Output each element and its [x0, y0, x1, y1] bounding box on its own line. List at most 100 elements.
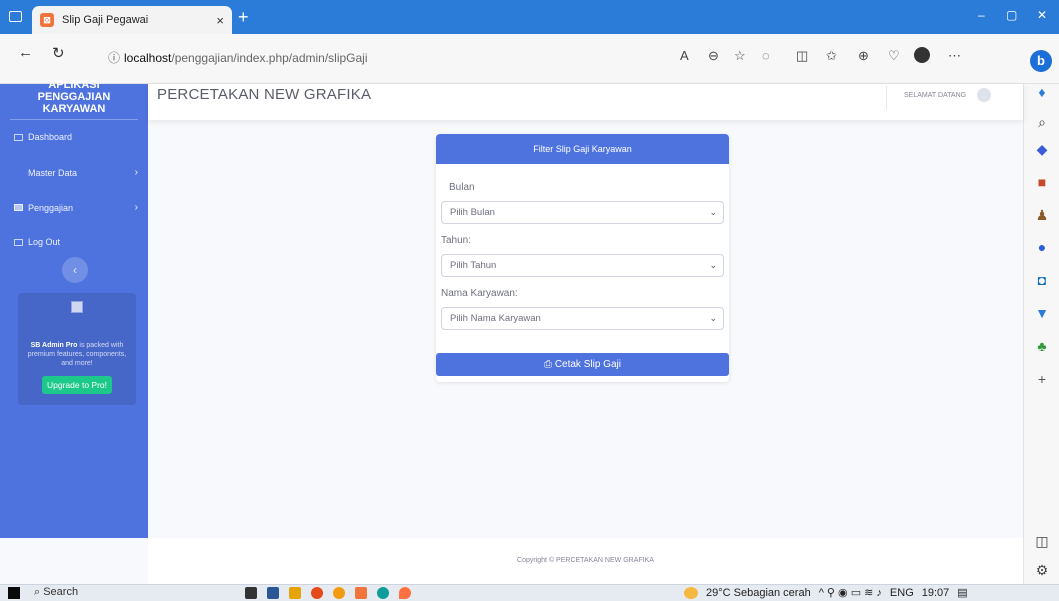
tahun-select[interactable]: Pilih Tahun ⌄	[441, 254, 724, 277]
telegram-icon[interactable]: ▼	[1034, 305, 1050, 321]
sidebar-item-label: Penggajian	[28, 202, 74, 213]
refresh-icon[interactable]: ↻	[52, 44, 65, 62]
edge-icon[interactable]	[377, 587, 389, 599]
tools-icon[interactable]: ■	[1034, 174, 1050, 190]
file-explorer-icon[interactable]	[289, 587, 301, 599]
welcome-text[interactable]: SELAMAT DATANG	[904, 92, 966, 99]
favorites-icon[interactable]: ✩	[826, 48, 837, 64]
chevron-right-icon: ›	[134, 167, 138, 178]
search-icon[interactable]: ⌕	[1034, 114, 1050, 130]
card-header: Filter Slip Gaji Karyawan	[436, 134, 729, 164]
tab-title: Slip Gaji Pegawai	[62, 14, 149, 26]
taskbar-search[interactable]: ⌕ Search	[34, 586, 78, 599]
profile-avatar[interactable]	[914, 47, 930, 63]
sidebar-item-label: Dashboard	[28, 132, 73, 142]
close-window-button[interactable]: ✕	[1037, 8, 1047, 22]
xampp-favicon-icon: ⊠	[40, 13, 54, 27]
tab-close-icon[interactable]: ×	[216, 13, 224, 28]
sidebar-item-dashboard[interactable]: Dashboard	[14, 132, 138, 142]
site-info-icon[interactable]: ⓘ	[108, 49, 120, 66]
promo-card: SB Admin Pro is packed with premium feat…	[18, 293, 136, 405]
taskbar-apps	[245, 587, 411, 599]
tahun-selected-value: Pilih Tahun	[450, 260, 497, 271]
tray-icons[interactable]: ^ ⚲ ◉ ▭ ≋ ♪	[819, 586, 882, 599]
topbar: PERCETAKAN NEW GRAFIKA SELAMAT DATANG	[148, 84, 1023, 120]
back-arrow-icon[interactable]: ←	[18, 44, 33, 61]
clock[interactable]: 19:07	[922, 587, 950, 599]
zoom-icon[interactable]: ⊖	[708, 48, 719, 64]
notification-center-icon[interactable]: ▤	[957, 586, 967, 599]
app-flame-icon[interactable]	[399, 587, 411, 599]
tahun-label: Tahun:	[441, 235, 472, 246]
chevron-down-icon: ⌄	[709, 207, 717, 217]
topbar-divider	[886, 86, 887, 110]
print-icon: ⎙	[544, 359, 553, 370]
weather-icon	[684, 586, 698, 599]
add-app-icon[interactable]: +	[1034, 371, 1050, 387]
brand-line: APLIKASI	[48, 79, 100, 91]
promo-image	[71, 301, 83, 313]
sidebar-toggle-button[interactable]: ‹	[62, 257, 88, 283]
browser-tab-bar: ⊠ Slip Gaji Pegawai × + – ▢ ✕	[0, 0, 1059, 34]
table-icon	[14, 133, 23, 141]
split-screen-icon[interactable]: ◫	[796, 48, 808, 64]
sidebar-layout-icon[interactable]: ◫	[1034, 533, 1050, 549]
chevron-down-icon: ⌄	[709, 313, 717, 323]
more-menu-icon[interactable]: ⋯	[948, 48, 961, 64]
window-menu-icon[interactable]	[9, 11, 22, 22]
minimize-button[interactable]: –	[978, 8, 985, 22]
games-icon[interactable]: ♟	[1034, 207, 1050, 223]
performance-icon[interactable]: ♡	[888, 48, 900, 64]
xampp-icon[interactable]	[355, 587, 367, 599]
chevron-right-icon: ›	[134, 202, 138, 213]
nama-karyawan-label: Nama Karyawan:	[441, 288, 518, 299]
language-indicator[interactable]: ENG	[890, 587, 914, 599]
favorite-star-icon[interactable]: ☆	[734, 48, 746, 64]
url-text[interactable]: localhost/penggajian/index.php/admin/sli…	[124, 51, 368, 65]
settings-gear-icon[interactable]: ⚙	[1034, 562, 1050, 578]
maximize-button[interactable]: ▢	[1006, 8, 1017, 22]
system-tray: 29°C Sebagian cerah ^ ⚲ ◉ ▭ ≋ ♪ ENG 19:0…	[684, 586, 968, 599]
task-view-icon[interactable]	[245, 587, 257, 599]
microsoft365-icon[interactable]: ●	[1034, 239, 1050, 255]
read-aloud-icon[interactable]: A	[680, 48, 689, 63]
page-footer: Copyright © PERCETAKAN NEW GRAFIKA	[148, 538, 1023, 584]
windows-taskbar: ⌕ Search 29°C Sebagian cerah ^ ⚲ ◉ ▭ ≋ ♪…	[0, 584, 1059, 601]
collections-icon[interactable]: ⊕	[858, 48, 869, 64]
bing-chat-icon[interactable]: b	[1030, 50, 1052, 72]
windows-start-icon[interactable]	[8, 587, 20, 599]
folder-icon	[14, 204, 23, 211]
promo-text: SB Admin Pro is packed with premium feat…	[27, 342, 127, 367]
notification-icon[interactable]: ♦	[1034, 84, 1050, 100]
nama-karyawan-select[interactable]: Pilih Nama Karyawan ⌄	[441, 307, 724, 330]
nama-selected-value: Pilih Nama Karyawan	[450, 313, 541, 324]
app-sidebar: APLIKASI PENGGAJIAN KARYAWAN Dashboard M…	[0, 79, 148, 538]
weather-text[interactable]: 29°C Sebagian cerah	[706, 587, 811, 599]
chrome-icon[interactable]	[311, 587, 323, 599]
extensions-icon[interactable]: ◌	[762, 48, 770, 63]
brand-line: KARYAWAN	[42, 103, 106, 115]
edge-sidebar: ♦ ⌕ ◆ ■ ♟ ● ◘ ▼ ♣ + ◫ ⚙	[1023, 84, 1059, 601]
outlook-icon[interactable]: ◘	[1034, 272, 1050, 288]
cetak-slip-button[interactable]: ⎙ Cetak Slip Gaji	[436, 353, 729, 376]
address-bar: ← ↻ ⓘ localhost/penggajian/index.php/adm…	[0, 34, 1059, 84]
upgrade-button[interactable]: Upgrade to Pro!	[41, 376, 112, 394]
url-field[interactable]: ⓘ localhost/penggajian/index.php/admin/s…	[88, 40, 1008, 76]
user-avatar[interactable]	[977, 88, 991, 102]
copyright-text: Copyright © PERCETAKAN NEW GRAFIKA	[517, 557, 654, 564]
sidebar-divider	[10, 119, 138, 120]
table-icon	[14, 238, 23, 246]
shopping-tag-icon[interactable]: ◆	[1034, 141, 1050, 157]
tab-slip-gaji[interactable]: ⊠ Slip Gaji Pegawai ×	[32, 6, 232, 34]
tree-icon[interactable]: ♣	[1034, 338, 1050, 354]
chrome-canary-icon[interactable]	[333, 587, 345, 599]
sidebar-item-label: Log Out	[28, 237, 61, 247]
sidebar-item-penggajian[interactable]: Penggajian ›	[14, 202, 138, 213]
app-brand[interactable]: APLIKASI PENGGAJIAN KARYAWAN	[0, 79, 148, 115]
bulan-select[interactable]: Pilih Bulan ⌄	[441, 201, 724, 224]
sidebar-item-master-data[interactable]: Master Data ›	[14, 167, 138, 178]
word-icon[interactable]	[267, 587, 279, 599]
sidebar-item-logout[interactable]: Log Out	[14, 237, 138, 247]
bulan-label: Bulan	[449, 182, 475, 193]
new-tab-button[interactable]: +	[238, 8, 249, 26]
